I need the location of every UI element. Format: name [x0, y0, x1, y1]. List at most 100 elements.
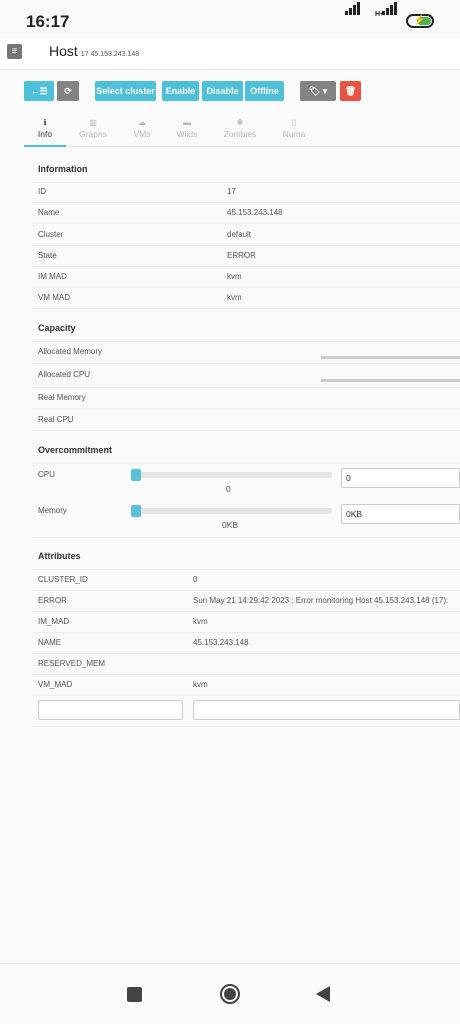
info-value-vm-mad: kvm [227, 293, 242, 302]
capacity-label-allocated-cpu: Allocated CPU [38, 370, 91, 379]
cpu-overcommit-input[interactable]: 0 [341, 468, 460, 488]
status-time: 16:17 [26, 12, 70, 31]
attr-value[interactable]: Sun May 21 14:29:42 2023 : Error monitor… [193, 596, 460, 605]
page-header: ≡ Host 17 45.153.243.148 [0, 38, 460, 70]
info-label-name: Name [38, 208, 60, 217]
status-bar: 16:17 H+ ⚡ [0, 0, 460, 40]
divider [32, 611, 460, 612]
bar-chart-icon: ▥ [89, 118, 97, 127]
attr-value[interactable]: kvm [193, 680, 208, 689]
system-nav-bar [0, 963, 460, 1024]
memory-slider-handle[interactable] [131, 505, 141, 517]
tab-numa-label: Numa [282, 129, 306, 139]
tab-vms[interactable]: ☁ VMs [127, 116, 157, 147]
divider [32, 569, 460, 570]
page-title-text: Host [49, 43, 78, 59]
divider [32, 463, 460, 464]
info-label-state: State [38, 251, 57, 260]
back-icon[interactable] [316, 986, 330, 1002]
cloud-icon: ☁ [138, 118, 146, 127]
divider [32, 387, 460, 388]
capacity-heading: Capacity [38, 323, 76, 333]
new-attribute-key-input[interactable] [38, 700, 183, 720]
divider [32, 245, 460, 246]
divider [32, 408, 460, 409]
labels-dropdown-button[interactable]: 🏷 ▾ [300, 81, 336, 101]
tab-graphs[interactable]: ▥ Graphs [74, 116, 112, 147]
home-icon[interactable] [220, 984, 240, 1004]
enable-button[interactable]: Enable [162, 81, 199, 101]
recents-icon[interactable] [127, 987, 142, 1002]
refresh-button[interactable]: ⟳ [57, 81, 79, 101]
divider [32, 182, 460, 183]
memory-overcommit-input[interactable]: 0KB [341, 504, 460, 524]
divider [32, 590, 460, 591]
select-cluster-button[interactable]: Select cluster [95, 81, 156, 101]
divider [32, 363, 460, 364]
memory-overcommit-slider[interactable] [131, 505, 332, 517]
menu-icon[interactable]: ≡ [7, 44, 22, 59]
tab-graphs-label: Graphs [79, 129, 107, 139]
back-to-list-button[interactable]: ←☰ [24, 81, 54, 101]
divider [32, 341, 460, 342]
attr-key: ERROR [38, 596, 67, 605]
information-heading: Information [38, 164, 88, 174]
attributes-heading: Attributes [38, 551, 81, 561]
attr-key: NAME [38, 638, 62, 647]
cpu-slider-value: 0 [226, 484, 231, 494]
info-label-im-mad: IM MAD [38, 272, 67, 281]
hdd-icon: ▬ [183, 118, 191, 127]
divider [32, 653, 460, 654]
divider [32, 308, 460, 309]
tab-zombies[interactable]: ✱ Zombies [220, 116, 260, 147]
info-value-name[interactable]: 45.153.243.148 [227, 208, 283, 217]
cpu-overcommit-slider[interactable] [131, 469, 332, 481]
new-attribute-value-input[interactable] [193, 700, 460, 720]
attr-key: VM_MAD [38, 680, 73, 689]
tab-bar: ℹ Info ▥ Graphs ☁ VMs ▬ Wilds ✱ Zombies … [24, 116, 460, 147]
info-value-cluster[interactable]: default [227, 230, 251, 239]
tab-vms-label: VMs [133, 129, 151, 139]
page-title: Host 17 45.153.243.148 [49, 43, 139, 59]
info-value-im-mad: kvm [227, 272, 242, 281]
allocated-cpu-bar [321, 379, 460, 382]
tab-wilds-label: Wilds [176, 129, 198, 139]
attr-key: IM_MAD [38, 617, 70, 626]
delete-button[interactable]: 🗑 [340, 81, 361, 101]
capacity-label-allocated-memory: Allocated Memory [38, 347, 103, 356]
disable-button[interactable]: Disable [202, 81, 243, 101]
info-label-vm-mad: VM MAD [38, 293, 70, 302]
divider [32, 202, 460, 203]
divider [32, 287, 460, 288]
capacity-label-real-memory: Real Memory [38, 393, 86, 402]
divider [32, 223, 460, 224]
tab-numa[interactable]: ▯ Numa [278, 116, 310, 147]
tab-info-label: Info [37, 129, 53, 139]
divider [32, 726, 460, 727]
attr-value[interactable]: 0 [193, 575, 197, 584]
allocated-memory-bar [321, 356, 460, 359]
tab-info[interactable]: ℹ Info [24, 116, 66, 147]
offline-button[interactable]: Offline [245, 81, 284, 101]
info-label-id: ID [38, 187, 46, 196]
info-icon: ℹ [43, 118, 47, 127]
info-value-id: 17 [227, 187, 236, 196]
memory-slider-value: 0KB [222, 520, 239, 530]
overcommit-memory-label: Memory [38, 506, 67, 515]
attr-value[interactable]: kvm [193, 617, 208, 626]
memory-icon: ▯ [291, 118, 297, 127]
info-label-cluster: Cluster [38, 230, 64, 239]
divider [32, 266, 460, 267]
attr-value[interactable]: 45.153.243.148 [193, 638, 249, 647]
divider [32, 430, 460, 431]
divider [32, 674, 460, 675]
capacity-label-real-cpu: Real CPU [38, 415, 74, 424]
attr-key: CLUSTER_ID [38, 575, 88, 584]
cpu-slider-handle[interactable] [131, 469, 141, 481]
page-subtitle: 17 45.153.243.148 [80, 51, 140, 58]
tab-wilds[interactable]: ▬ Wilds [172, 116, 202, 147]
divider [32, 695, 460, 696]
overcommit-cpu-label: CPU [38, 470, 55, 479]
bug-icon: ✱ [236, 118, 244, 127]
info-value-state: ERROR [227, 251, 256, 260]
